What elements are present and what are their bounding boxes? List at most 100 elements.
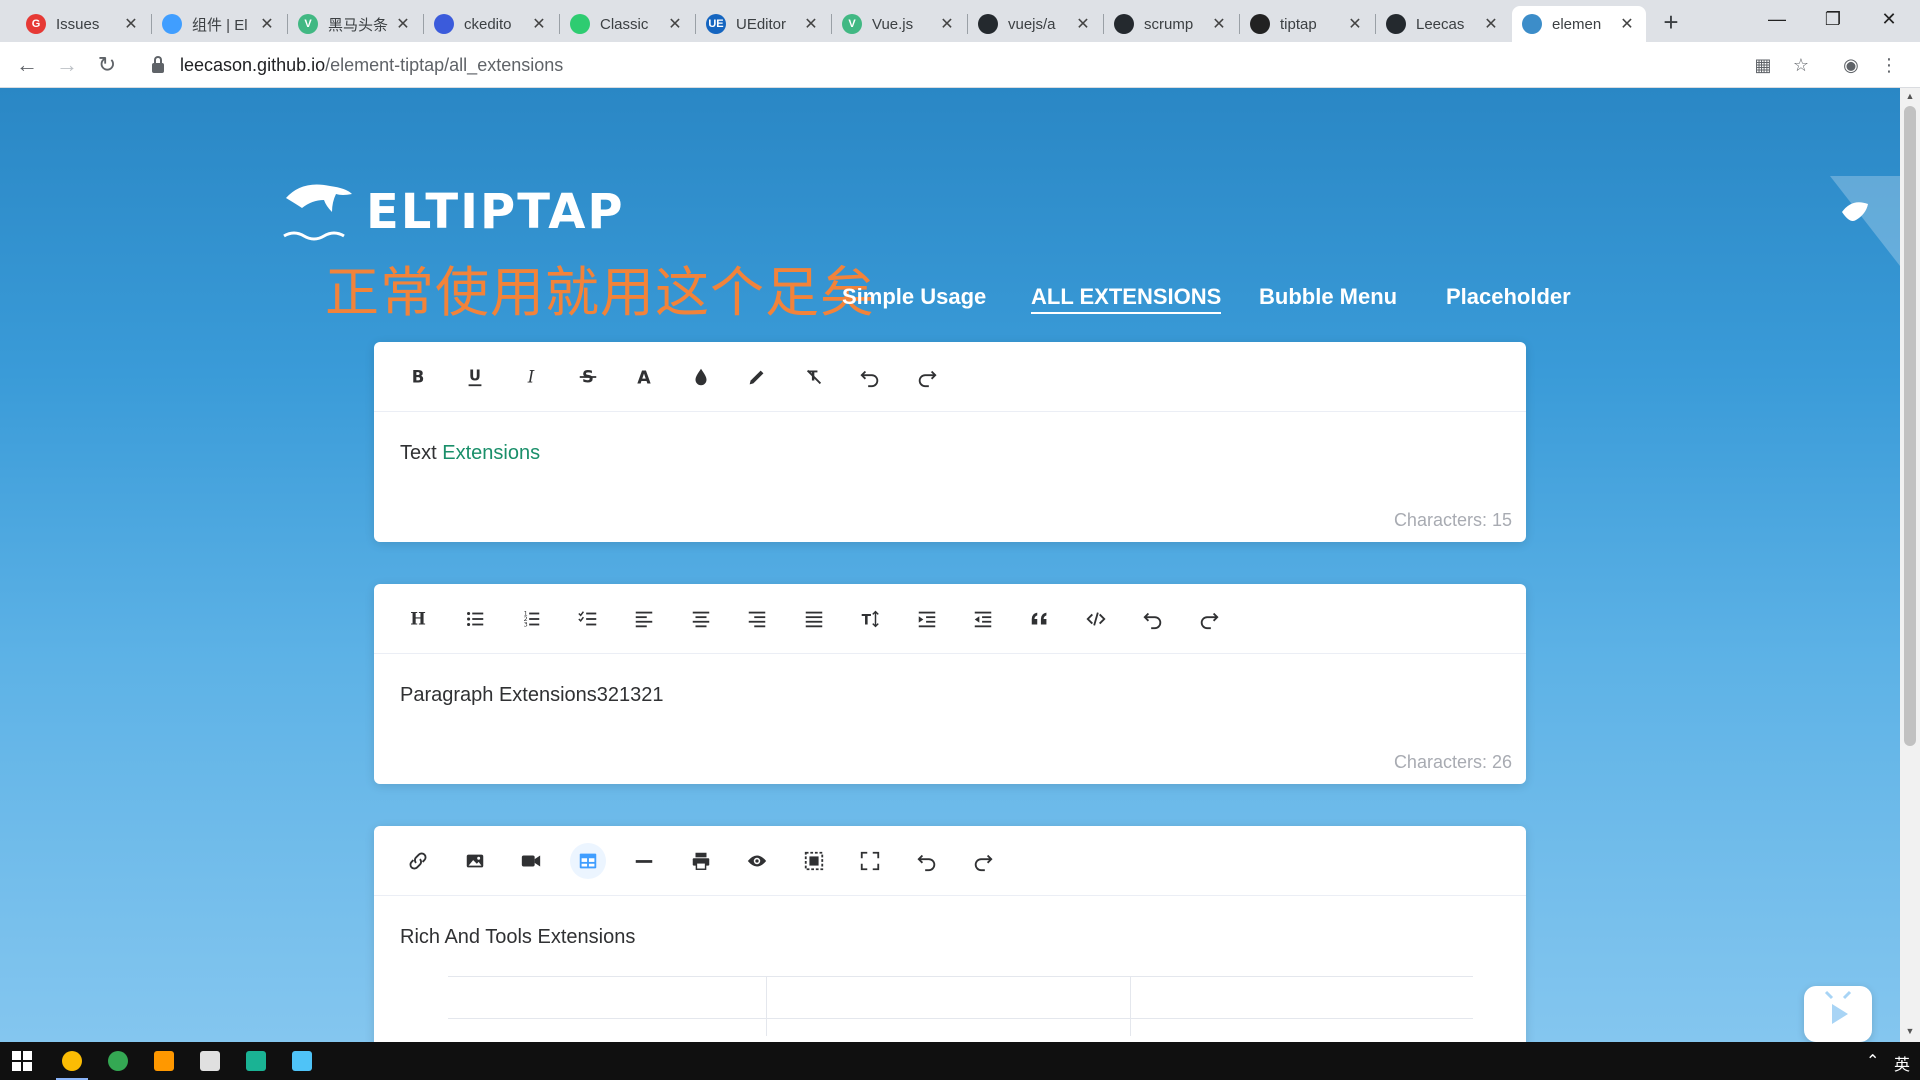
browser-tab[interactable]: V Vue.js ✕ (832, 6, 966, 42)
undo-icon[interactable] (1135, 601, 1171, 637)
redo-icon[interactable] (909, 359, 945, 395)
image-icon[interactable] (457, 843, 493, 879)
browser-tab[interactable]: 组件 | El ✕ (152, 6, 286, 42)
align-right-icon[interactable] (739, 601, 775, 637)
tab-close-icon[interactable]: ✕ (1618, 14, 1636, 34)
editor-content[interactable]: Text Extensions (400, 442, 540, 465)
tab-close-icon[interactable]: ✕ (1346, 14, 1364, 34)
underline-icon[interactable]: U (457, 359, 493, 395)
align-center-icon[interactable] (683, 601, 719, 637)
tab-close-icon[interactable]: ✕ (258, 14, 276, 34)
minimize-icon[interactable]: — (1750, 0, 1804, 40)
tab-close-icon[interactable]: ✕ (122, 14, 140, 34)
redo-icon[interactable] (1191, 601, 1227, 637)
taskbar-app-chrome-1[interactable] (50, 1042, 94, 1080)
heading-icon[interactable]: H (400, 601, 436, 637)
restore-icon[interactable]: ❐ (1806, 0, 1860, 40)
editor-menubar: B U ISA T (374, 342, 1526, 412)
browser-tab[interactable]: Classic ✕ (560, 6, 694, 42)
back-icon[interactable]: ← (12, 50, 42, 80)
fullscreen-icon[interactable] (852, 843, 888, 879)
address-bar[interactable]: leecason.github.io/element-tiptap/all_ex… (138, 48, 1748, 82)
undo-icon[interactable] (852, 359, 888, 395)
outdent-icon[interactable] (965, 601, 1001, 637)
close-window-icon[interactable]: ✕ (1862, 0, 1916, 40)
print-icon[interactable] (683, 843, 719, 879)
horizontal-rule-icon[interactable] (626, 843, 662, 879)
bullet-list-icon[interactable] (457, 601, 493, 637)
text-color-icon[interactable] (683, 359, 719, 395)
bold-icon[interactable]: B (400, 359, 436, 395)
nav-link[interactable]: Simple Usage (842, 284, 986, 310)
preview-icon[interactable] (739, 843, 775, 879)
menu-icon[interactable]: ⋮ (1876, 52, 1902, 78)
page-scrollbar[interactable]: ▲ ▼ (1900, 88, 1920, 1042)
align-justify-icon-glyph (805, 611, 822, 628)
todo-list-icon[interactable] (570, 601, 606, 637)
bookmark-star-icon[interactable]: ☆ (1788, 52, 1814, 78)
tab-close-icon[interactable]: ✕ (394, 14, 412, 34)
tab-close-icon[interactable]: ✕ (938, 14, 956, 34)
tab-close-icon[interactable]: ✕ (802, 14, 820, 34)
font-size-icon[interactable]: A (626, 359, 662, 395)
tab-close-icon[interactable]: ✕ (530, 14, 548, 34)
scrollbar-thumb[interactable] (1904, 106, 1916, 746)
reload-icon[interactable]: ↻ (92, 50, 122, 80)
editor-content[interactable]: Paragraph Extensions321321 (400, 684, 664, 707)
browser-tab[interactable]: ckedito ✕ (424, 6, 558, 42)
taskbar-app-screen[interactable] (280, 1042, 324, 1080)
windows-start-icon[interactable] (0, 1042, 44, 1080)
taskbar-app-notepad[interactable] (188, 1042, 232, 1080)
tab-close-icon[interactable]: ✕ (1074, 14, 1092, 34)
editor-content[interactable]: Rich And Tools Extensions (400, 926, 635, 949)
browser-tab[interactable]: vuejs/a ✕ (968, 6, 1102, 42)
indent-icon[interactable] (909, 601, 945, 637)
lock-icon[interactable] (152, 56, 164, 73)
undo-icon[interactable] (909, 843, 945, 879)
highlight-icon[interactable] (739, 359, 775, 395)
tab-close-icon[interactable]: ✕ (666, 14, 684, 34)
table-icon[interactable] (569, 843, 606, 879)
nav-link[interactable]: Bubble Menu (1259, 284, 1397, 310)
taskbar-app-chrome-2[interactable] (96, 1042, 140, 1080)
select-all-icon[interactable] (796, 843, 832, 879)
ime-indicator[interactable]: 英 (1894, 1051, 1910, 1075)
taskbar-app-terminal[interactable] (234, 1042, 278, 1080)
forward-icon[interactable]: → (52, 50, 82, 80)
browser-tab[interactable]: scrump ✕ (1104, 6, 1238, 42)
format-clear-icon[interactable]: T (796, 359, 832, 395)
line-height-icon[interactable]: T (852, 601, 888, 637)
tab-close-icon[interactable]: ✕ (1210, 14, 1228, 34)
video-icon[interactable] (513, 843, 549, 879)
svg-text:U: U (469, 368, 481, 385)
align-justify-icon[interactable] (796, 601, 832, 637)
redo-icon[interactable] (965, 843, 1001, 879)
editor-menubar (374, 826, 1526, 896)
scroll-down-icon[interactable]: ▼ (1904, 1026, 1916, 1036)
code-block-icon[interactable] (1078, 601, 1114, 637)
strikethrough-icon[interactable]: S (570, 359, 606, 395)
italic-icon[interactable]: I (513, 359, 549, 395)
tab-close-icon[interactable]: ✕ (1482, 14, 1500, 34)
ordered-list-icon[interactable]: 123 (513, 601, 549, 637)
video-player-tv-icon[interactable] (1804, 986, 1872, 1042)
translate-icon[interactable]: ▦ (1750, 52, 1776, 78)
browser-tab[interactable]: elemen ✕ (1512, 6, 1646, 42)
browser-tab[interactable]: tiptap ✕ (1240, 6, 1374, 42)
blockquote-icon[interactable] (1022, 601, 1058, 637)
browser-tab[interactable]: Leecas ✕ (1376, 6, 1510, 42)
scroll-up-icon[interactable]: ▲ (1904, 91, 1916, 101)
profile-icon[interactable]: ◉ (1838, 52, 1864, 78)
site-logo[interactable]: ELTIPTAP (280, 176, 623, 246)
link-icon[interactable] (400, 843, 436, 879)
nav-link[interactable]: ALL EXTENSIONS (1031, 284, 1222, 314)
nav-link[interactable]: Placeholder (1446, 284, 1571, 310)
browser-tab[interactable]: V 黑马头条 ✕ (288, 6, 422, 42)
align-left-icon[interactable] (626, 601, 662, 637)
browser-tab[interactable]: UE UEditor ✕ (696, 6, 830, 42)
tab-title: scrump (1144, 15, 1194, 33)
tray-chevron-icon[interactable]: ⌃ (1866, 1051, 1879, 1071)
browser-tab[interactable]: G Issues ✕ (16, 6, 150, 42)
taskbar-app-sublime[interactable] (142, 1042, 186, 1080)
new-tab-button[interactable]: + (1656, 8, 1686, 38)
